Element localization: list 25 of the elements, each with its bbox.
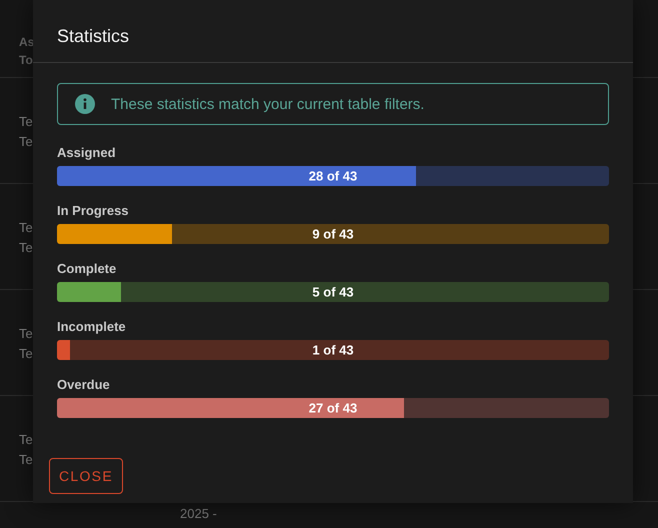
footer-text: 2025 -: [179, 505, 218, 521]
stat-label: Incomplete: [57, 319, 126, 334]
stat-label: Overdue: [57, 377, 110, 392]
table-cell: Te: [19, 134, 33, 149]
table-cell: Te: [19, 240, 33, 255]
stat-label: In Progress: [57, 203, 129, 218]
progress-reading: 1 of 43: [312, 342, 354, 358]
info-icon: [75, 94, 95, 114]
progress-reading: 9 of 43: [312, 226, 354, 242]
progress-reading: 28 of 43: [308, 168, 358, 184]
progress-reading: 5 of 43: [312, 284, 354, 300]
info-text: These statistics match your current table filters.: [111, 96, 424, 112]
table-cell: Te: [19, 114, 33, 129]
table-cell: Te: [19, 326, 33, 341]
table-cell: Te: [19, 346, 33, 361]
column-header: To: [19, 53, 33, 67]
progress-reading: 27 of 43: [308, 400, 358, 416]
stat-label: Assigned: [57, 145, 116, 160]
column-header: As: [19, 35, 34, 49]
table-cell: Te: [19, 220, 33, 235]
dialog-title: Statistics: [57, 26, 130, 48]
close-button[interactable]: CLOSE: [49, 458, 123, 494]
table-cell: Te: [19, 432, 33, 447]
table-cell: Te: [19, 452, 33, 467]
stat-label: Complete: [57, 261, 116, 276]
